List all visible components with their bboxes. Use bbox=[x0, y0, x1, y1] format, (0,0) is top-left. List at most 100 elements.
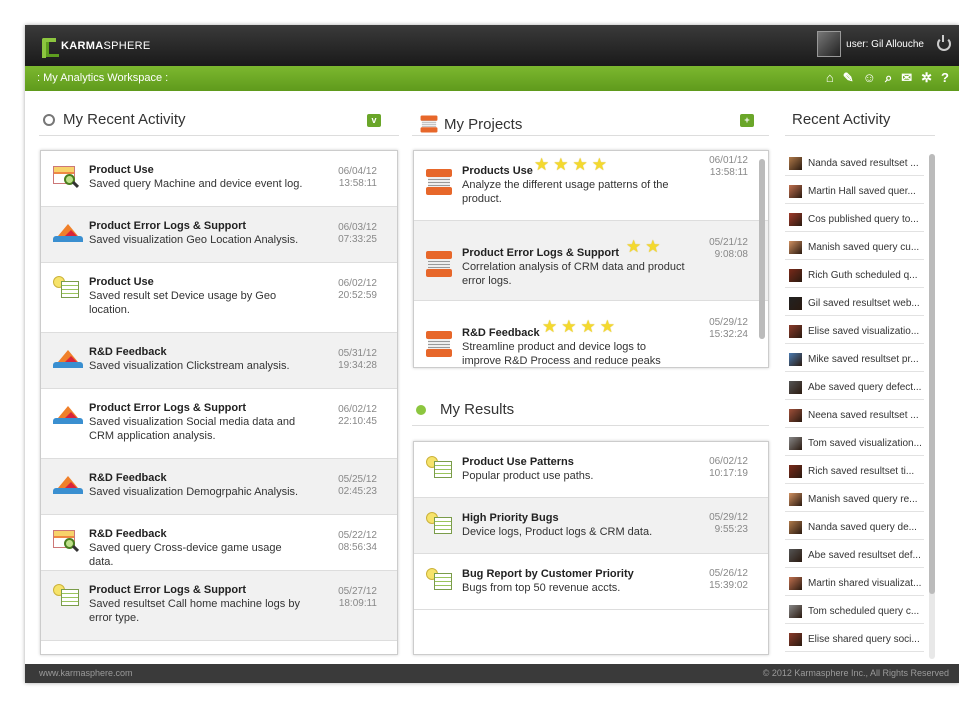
activity-feed-item[interactable]: Mike saved resultset pr... bbox=[785, 348, 924, 372]
avatar bbox=[789, 605, 802, 618]
item-title[interactable]: Product Error Logs & Support bbox=[89, 402, 246, 414]
activity-feed-item[interactable]: Gil saved resultset web... bbox=[785, 292, 924, 316]
item-timestamp: 05/22/12 08:56:34 bbox=[338, 530, 377, 553]
activity-feed-item[interactable]: Rich Guth scheduled q... bbox=[785, 264, 924, 288]
avatar bbox=[789, 577, 802, 590]
people-icon[interactable]: ☺ bbox=[863, 70, 876, 86]
list-item[interactable]: Product Error Logs & Support Saved visual… bbox=[41, 389, 397, 459]
rating-stars[interactable]: ★★ bbox=[626, 237, 664, 257]
item-title[interactable]: Product Error Logs & Support bbox=[89, 220, 246, 232]
item-timestamp: 05/27/12 18:09:11 bbox=[338, 586, 377, 609]
notes-icon[interactable]: ✎ bbox=[843, 70, 854, 86]
item-timestamp: 05/25/12 02:45:23 bbox=[338, 474, 377, 497]
avatar bbox=[789, 409, 802, 422]
clock-icon bbox=[43, 113, 55, 126]
feed-item-text: Rich saved resultset ti... bbox=[808, 466, 915, 477]
activity-feed-item[interactable]: Nanda saved resultset ... bbox=[785, 152, 924, 176]
activity-feed-item[interactable]: Elise saved visualizatio... bbox=[785, 320, 924, 344]
recent-activity-collapse-button[interactable]: v bbox=[367, 114, 381, 127]
result-title[interactable]: Bug Report by Customer Priority bbox=[462, 568, 634, 580]
results-list: Product Use Patterns Popular product use … bbox=[413, 441, 769, 655]
item-timestamp: 06/02/12 20:52:59 bbox=[338, 278, 377, 301]
item-title[interactable]: R&D Feedback bbox=[89, 472, 167, 484]
list-item[interactable]: R&D Feedback Saved query Cross-device gam… bbox=[41, 515, 397, 571]
activity-feed-item[interactable]: Abe saved resultset def... bbox=[785, 544, 924, 568]
feed-item-text: Gil saved resultset web... bbox=[808, 298, 920, 309]
avatar bbox=[789, 325, 802, 338]
list-item[interactable]: Product Error Logs & Support Saved result… bbox=[41, 571, 397, 641]
result-timestamp: 05/26/12 15:39:02 bbox=[709, 568, 748, 591]
divider bbox=[785, 135, 935, 136]
activity-feed-item[interactable]: Neena saved resultset ... bbox=[785, 404, 924, 428]
item-timestamp: 06/03/12 07:33:25 bbox=[338, 222, 377, 245]
activity-feed-item[interactable]: Elise shared query soci... bbox=[785, 628, 924, 652]
item-title[interactable]: R&D Feedback bbox=[89, 346, 167, 358]
chat-icon[interactable]: ✉ bbox=[901, 70, 912, 86]
project-item[interactable]: Products Use ★★★★ Analyze the different us… bbox=[414, 151, 768, 221]
activity-feed-item[interactable]: Cos published query to... bbox=[785, 208, 924, 232]
power-icon[interactable] bbox=[937, 35, 951, 51]
result-title[interactable]: High Priority Bugs bbox=[462, 512, 559, 524]
item-title[interactable]: Product Use bbox=[89, 164, 154, 176]
results-header: My Results bbox=[416, 401, 514, 418]
activity-feed-item[interactable]: Abe saved query defect... bbox=[785, 376, 924, 400]
activity-feed-item[interactable]: Tom saved visualization... bbox=[785, 432, 924, 456]
avatar bbox=[789, 269, 802, 282]
projects-list: Products Use ★★★★ Analyze the different us… bbox=[413, 150, 769, 368]
visualization-icon bbox=[53, 402, 83, 424]
feed-item-text: Rich Guth scheduled q... bbox=[808, 270, 918, 281]
list-item[interactable]: Product Use Saved query Machine and devic… bbox=[41, 151, 397, 207]
activity-feed-item[interactable]: Rich saved resultset ti... bbox=[785, 460, 924, 484]
project-title[interactable]: Product Error Logs & Support bbox=[462, 247, 619, 259]
result-item[interactable]: Bug Report by Customer Priority Bugs from… bbox=[414, 554, 768, 610]
avatar bbox=[789, 297, 802, 310]
feed-item-text: Mike saved resultset pr... bbox=[808, 354, 919, 365]
item-title[interactable]: Product Use bbox=[89, 276, 154, 288]
result-title[interactable]: Product Use Patterns bbox=[462, 456, 574, 468]
list-item[interactable]: R&D Feedback Saved visualization Clickstr… bbox=[41, 333, 397, 389]
app-window: KARMASPHERE user: Gil Allouche : My Anal… bbox=[25, 25, 959, 683]
project-title[interactable]: Products Use bbox=[462, 165, 533, 177]
rating-stars[interactable]: ★★★★ bbox=[534, 155, 611, 175]
feed-scrollbar[interactable] bbox=[929, 154, 935, 659]
divider bbox=[39, 135, 399, 136]
projects-scrollbar[interactable] bbox=[759, 159, 765, 339]
list-item[interactable]: R&D Feedback Saved visualization Demogrpa… bbox=[41, 459, 397, 515]
avatar bbox=[789, 465, 802, 478]
karmasphere-logo[interactable]: KARMASPHERE bbox=[39, 35, 151, 58]
result-item[interactable]: High Priority Bugs Device logs, Product l… bbox=[414, 498, 768, 554]
footer-link[interactable]: www.karmasphere.com bbox=[39, 668, 133, 678]
home-icon[interactable]: ⌂ bbox=[826, 70, 834, 86]
item-title[interactable]: Product Error Logs & Support bbox=[89, 584, 246, 596]
list-item[interactable]: Product Error Logs & Support Saved visual… bbox=[41, 207, 397, 263]
avatar[interactable] bbox=[817, 31, 842, 57]
list-item[interactable]: Product Use Saved result set Device usage… bbox=[41, 263, 397, 333]
item-description: Saved resultset Call home machine logs b… bbox=[89, 598, 300, 624]
project-item[interactable]: R&D Feedback ★★★★ Streamline product and d… bbox=[414, 301, 768, 367]
add-project-button[interactable]: + bbox=[740, 114, 754, 127]
feed-item-text: Martin shared visualizat... bbox=[808, 578, 922, 589]
feed-item-text: Cos published query to... bbox=[808, 214, 919, 225]
activity-feed-item[interactable]: Manish saved query cu... bbox=[785, 236, 924, 260]
project-icon bbox=[426, 169, 452, 195]
activity-feed-item[interactable]: Manish saved query re... bbox=[785, 488, 924, 512]
search-icon[interactable]: ⌕ bbox=[885, 70, 892, 86]
project-title[interactable]: R&D Feedback bbox=[462, 327, 540, 339]
resultset-icon bbox=[53, 276, 81, 300]
user-area: user: Gil Allouche bbox=[817, 31, 951, 57]
resultset-icon bbox=[426, 568, 454, 592]
activity-feed-item[interactable]: Nanda saved query de... bbox=[785, 516, 924, 540]
feed-item-text: Manish saved query re... bbox=[808, 494, 918, 505]
rating-stars[interactable]: ★★★★ bbox=[542, 317, 619, 337]
project-item[interactable]: Product Error Logs & Support ★★ Correlatio… bbox=[414, 221, 768, 301]
help-icon[interactable]: ? bbox=[941, 70, 949, 86]
avatar bbox=[789, 493, 802, 506]
copyright: © 2012 Karmasphere Inc., All Rights Rese… bbox=[762, 668, 949, 678]
activity-feed-item[interactable]: Martin shared visualizat... bbox=[785, 572, 924, 596]
item-timestamp: 05/31/12 19:34:28 bbox=[338, 348, 377, 371]
activity-feed-item[interactable]: Martin Hall saved quer... bbox=[785, 180, 924, 204]
result-item[interactable]: Product Use Patterns Popular product use … bbox=[414, 442, 768, 498]
activity-feed-item[interactable]: Tom scheduled query c... bbox=[785, 600, 924, 624]
settings-icon[interactable]: ✲ bbox=[921, 70, 932, 86]
item-title[interactable]: R&D Feedback bbox=[89, 528, 167, 540]
